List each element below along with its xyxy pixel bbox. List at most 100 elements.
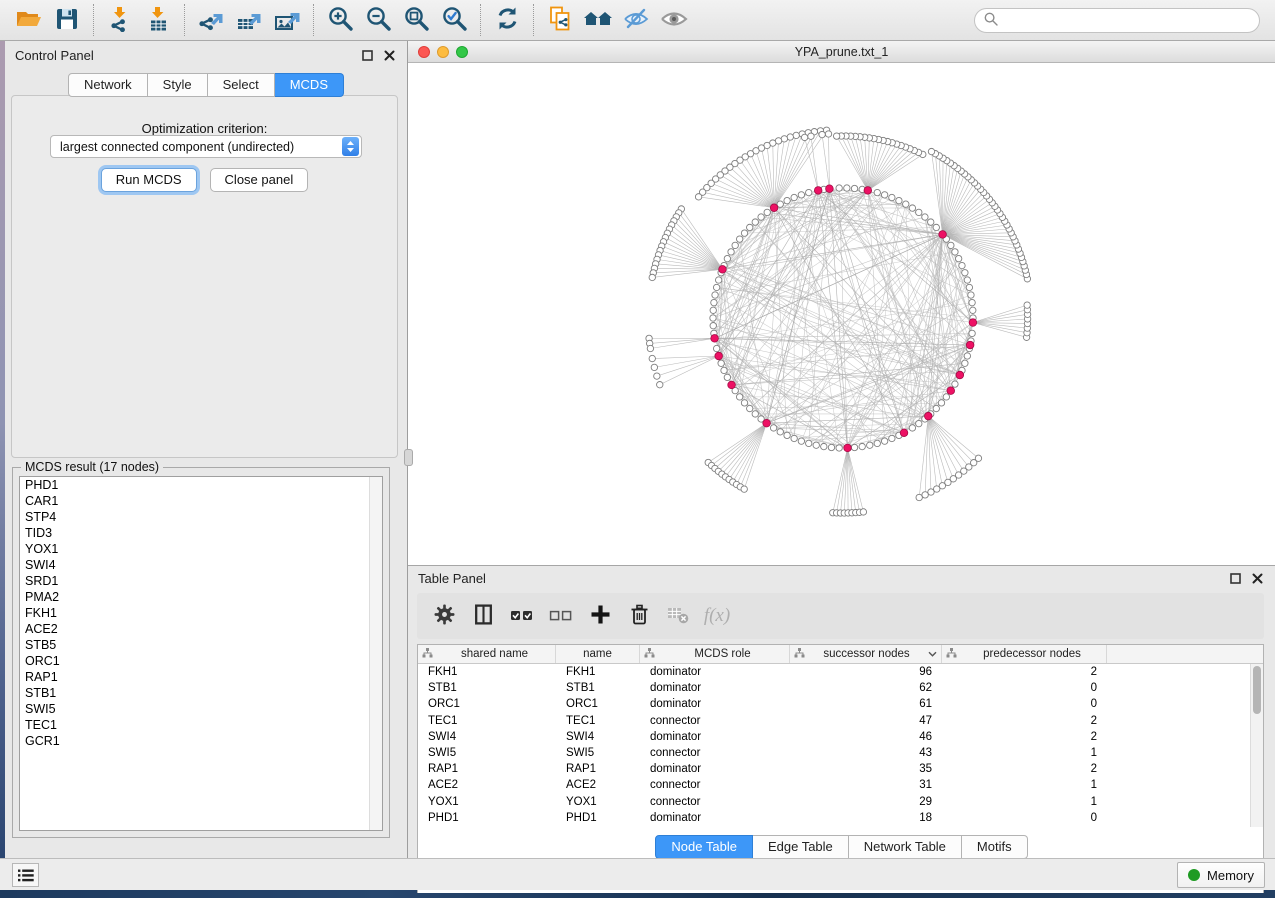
- tab-motifs[interactable]: Motifs: [962, 835, 1028, 859]
- shared-attribute-icon: [946, 648, 957, 661]
- open-file-button[interactable]: [10, 4, 48, 36]
- table-row[interactable]: ORC1ORC1dominator610: [418, 696, 1263, 712]
- tab-mcds[interactable]: MCDS: [275, 73, 344, 97]
- mcds-result-item[interactable]: STB5: [20, 637, 382, 653]
- delete-column-button[interactable]: [624, 601, 654, 631]
- export-network-button[interactable]: [192, 4, 230, 36]
- table-row[interactable]: FKH1FKH1dominator962: [418, 664, 1263, 680]
- tab-node-table[interactable]: Node Table: [655, 835, 753, 859]
- column-header-predecessor-nodes[interactable]: predecessor nodes: [942, 645, 1107, 663]
- tab-network[interactable]: Network: [68, 73, 148, 97]
- mcds-result-item[interactable]: YOX1: [20, 541, 382, 557]
- table-row[interactable]: ACE2ACE2connector311: [418, 777, 1263, 793]
- function-builder-button[interactable]: f(x): [702, 601, 732, 631]
- network-canvas[interactable]: [408, 63, 1275, 565]
- search-box[interactable]: [974, 8, 1260, 33]
- window-zoom-icon[interactable]: [456, 46, 468, 58]
- show-all-button[interactable]: [655, 4, 693, 36]
- column-header-successor-nodes[interactable]: successor nodes: [790, 645, 942, 663]
- cell-successor-nodes: 61: [790, 698, 942, 710]
- panel-menu-button[interactable]: [12, 863, 39, 887]
- cell-shared-name: SWI5: [418, 747, 556, 759]
- zoom-fit-button[interactable]: [397, 4, 435, 36]
- cell-name: STB1: [556, 682, 640, 694]
- refresh-network-button[interactable]: [488, 4, 526, 36]
- network-view-window: YPA_prune.txt_1: [408, 41, 1275, 565]
- mcds-list-scrollbar[interactable]: [369, 477, 382, 830]
- table-row[interactable]: YOX1YOX1connector291: [418, 794, 1263, 810]
- tab-network-table[interactable]: Network Table: [849, 835, 962, 859]
- mcds-result-item[interactable]: TID3: [20, 525, 382, 541]
- mcds-result-item[interactable]: SWI5: [20, 701, 382, 717]
- add-column-button[interactable]: [585, 601, 615, 631]
- tab-edge-table[interactable]: Edge Table: [753, 835, 849, 859]
- mcds-result-item[interactable]: RAP1: [20, 669, 382, 685]
- column-header-MCDS-role[interactable]: MCDS role: [640, 645, 790, 663]
- scrollbar-thumb[interactable]: [1253, 666, 1261, 714]
- run-mcds-button[interactable]: Run MCDS: [101, 168, 197, 192]
- select-all-button[interactable]: [507, 601, 537, 631]
- zoom-in-button[interactable]: [321, 4, 359, 36]
- tab-select[interactable]: Select: [208, 73, 275, 97]
- hide-selected-button[interactable]: [617, 4, 655, 36]
- mcds-result-item[interactable]: STP4: [20, 509, 382, 525]
- float-table-panel-button[interactable]: [1227, 570, 1243, 586]
- mcds-result-item[interactable]: PMA2: [20, 589, 382, 605]
- hide-selected-icon: [622, 6, 650, 35]
- table-row[interactable]: TEC1TEC1connector472: [418, 713, 1263, 729]
- float-panel-button[interactable]: [359, 47, 375, 63]
- table-row[interactable]: SWI5SWI5connector431: [418, 745, 1263, 761]
- cell-predecessor-nodes: 1: [942, 796, 1107, 808]
- table-row[interactable]: STB1STB1dominator620: [418, 680, 1263, 696]
- table-row[interactable]: PHD1PHD1dominator180: [418, 810, 1263, 826]
- mcds-result-item[interactable]: ACE2: [20, 621, 382, 637]
- import-table-button[interactable]: [139, 4, 177, 36]
- export-image-button[interactable]: [268, 4, 306, 36]
- table-vertical-scrollbar[interactable]: [1250, 664, 1263, 827]
- cell-shared-name: TEC1: [418, 715, 556, 727]
- deselect-all-icon: [549, 606, 574, 627]
- mcds-result-item[interactable]: CAR1: [20, 493, 382, 509]
- table-settings-button[interactable]: [429, 601, 459, 631]
- panel-splitter-handle[interactable]: [404, 449, 413, 466]
- mcds-result-item[interactable]: GCR1: [20, 733, 382, 749]
- column-header-shared-name[interactable]: shared name: [418, 645, 556, 663]
- cell-name: ACE2: [556, 779, 640, 791]
- mcds-result-item[interactable]: SRD1: [20, 573, 382, 589]
- shared-attribute-icon: [422, 648, 433, 661]
- close-panel-button[interactable]: [381, 47, 397, 63]
- deselect-all-button[interactable]: [546, 601, 576, 631]
- share-document-button[interactable]: [541, 4, 579, 36]
- close-table-panel-button[interactable]: [1249, 570, 1265, 586]
- table-row[interactable]: RAP1RAP1dominator352: [418, 761, 1263, 777]
- close-panel-button-mcds[interactable]: Close panel: [210, 168, 309, 192]
- window-minimize-icon[interactable]: [437, 46, 449, 58]
- window-close-icon[interactable]: [418, 46, 430, 58]
- zoom-out-button[interactable]: [359, 4, 397, 36]
- memory-button[interactable]: Memory: [1177, 862, 1265, 888]
- column-header-name[interactable]: name: [556, 645, 640, 663]
- optimization-criterion-select[interactable]: largest connected component (undirected): [50, 135, 362, 158]
- zoom-selected-button[interactable]: [435, 4, 473, 36]
- network-window-titlebar[interactable]: YPA_prune.txt_1: [408, 41, 1275, 63]
- mcds-result-item[interactable]: TEC1: [20, 717, 382, 733]
- cell-MCDS-role: dominator: [640, 812, 790, 824]
- delete-table-button[interactable]: [663, 601, 693, 631]
- tab-style[interactable]: Style: [148, 73, 208, 97]
- import-network-button[interactable]: [101, 4, 139, 36]
- first-neighbors-button[interactable]: [579, 4, 617, 36]
- show-column-panel-icon: [472, 603, 495, 629]
- mcds-result-item[interactable]: PHD1: [20, 477, 382, 493]
- mcds-result-list[interactable]: PHD1CAR1STP4TID3YOX1SWI4SRD1PMA2FKH1ACE2…: [19, 476, 383, 831]
- save-session-button[interactable]: [48, 4, 86, 36]
- mcds-result-item[interactable]: STB1: [20, 685, 382, 701]
- mcds-result-item[interactable]: ORC1: [20, 653, 382, 669]
- mcds-result-item[interactable]: SWI4: [20, 557, 382, 573]
- mcds-result-item[interactable]: FKH1: [20, 605, 382, 621]
- table-row[interactable]: SWI4SWI4dominator462: [418, 729, 1263, 745]
- table-panel-title: Table Panel: [418, 571, 486, 586]
- show-column-panel-button[interactable]: [468, 601, 498, 631]
- search-input[interactable]: [1004, 14, 1250, 28]
- export-table-button[interactable]: [230, 4, 268, 36]
- cell-predecessor-nodes: 0: [942, 682, 1107, 694]
